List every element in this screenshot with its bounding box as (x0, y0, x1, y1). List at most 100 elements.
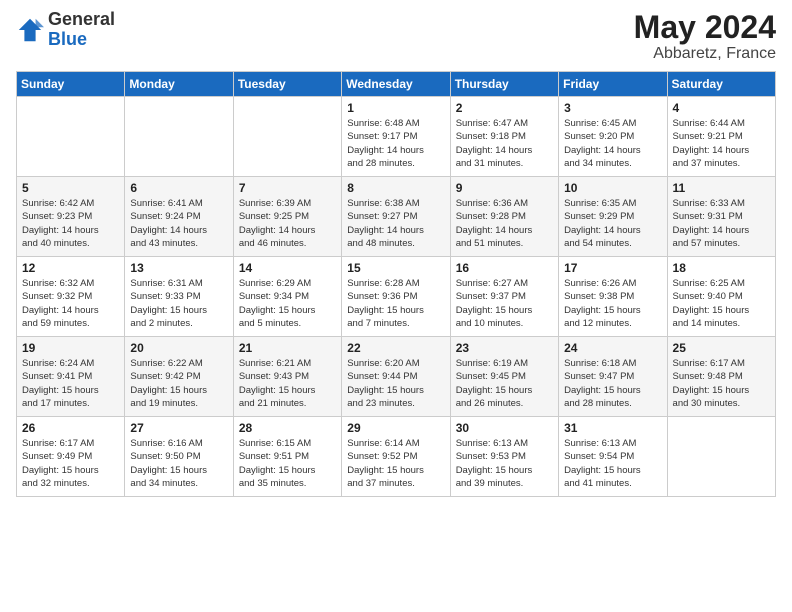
day-cell: 4 Sunrise: 6:44 AM Sunset: 9:21 PM Daylig… (667, 97, 775, 177)
day-number: 17 (564, 261, 661, 275)
day-cell: 26 Sunrise: 6:17 AM Sunset: 9:49 PM Dayli… (17, 417, 125, 497)
day-number: 29 (347, 421, 444, 435)
day-number: 10 (564, 181, 661, 195)
day-number: 22 (347, 341, 444, 355)
day-cell: 14 Sunrise: 6:29 AM Sunset: 9:34 PM Dayli… (233, 257, 341, 337)
day-number: 4 (673, 101, 770, 115)
day-info: Sunrise: 6:47 AM Sunset: 9:18 PM Dayligh… (456, 117, 553, 170)
day-info: Sunrise: 6:33 AM Sunset: 9:31 PM Dayligh… (673, 197, 770, 250)
day-info: Sunrise: 6:18 AM Sunset: 9:47 PM Dayligh… (564, 357, 661, 410)
day-number: 26 (22, 421, 119, 435)
day-info: Sunrise: 6:14 AM Sunset: 9:52 PM Dayligh… (347, 437, 444, 490)
day-cell: 3 Sunrise: 6:45 AM Sunset: 9:20 PM Daylig… (559, 97, 667, 177)
day-number: 31 (564, 421, 661, 435)
day-info: Sunrise: 6:31 AM Sunset: 9:33 PM Dayligh… (130, 277, 227, 330)
day-info: Sunrise: 6:24 AM Sunset: 9:41 PM Dayligh… (22, 357, 119, 410)
day-number: 2 (456, 101, 553, 115)
day-cell: 6 Sunrise: 6:41 AM Sunset: 9:24 PM Daylig… (125, 177, 233, 257)
week-row-4: 19Sunrise: 6:24 AM Sunset: 9:41 PM Dayli… (17, 337, 776, 417)
day-header-sunday: Sunday (17, 72, 125, 97)
day-number: 27 (130, 421, 227, 435)
day-number: 30 (456, 421, 553, 435)
header: General Blue May 2024 Abbaretz, France (16, 10, 776, 63)
day-cell: 10 Sunrise: 6:35 AM Sunset: 9:29 PM Dayli… (559, 177, 667, 257)
day-info: Sunrise: 6:26 AM Sunset: 9:38 PM Dayligh… (564, 277, 661, 330)
day-cell: 31 Sunrise: 6:13 AM Sunset: 9:54 PM Dayli… (559, 417, 667, 497)
day-info: Sunrise: 6:29 AM Sunset: 9:34 PM Dayligh… (239, 277, 336, 330)
day-cell: 22 Sunrise: 6:20 AM Sunset: 9:44 PM Dayli… (342, 337, 450, 417)
logo-icon (16, 16, 44, 44)
day-cell: 17 Sunrise: 6:26 AM Sunset: 9:38 PM Dayli… (559, 257, 667, 337)
day-cell (125, 97, 233, 177)
day-number: 23 (456, 341, 553, 355)
day-cell (17, 97, 125, 177)
day-cell: 21 Sunrise: 6:21 AM Sunset: 9:43 PM Dayli… (233, 337, 341, 417)
day-header-wednesday: Wednesday (342, 72, 450, 97)
day-info: Sunrise: 6:48 AM Sunset: 9:17 PM Dayligh… (347, 117, 444, 170)
day-header-tuesday: Tuesday (233, 72, 341, 97)
day-number: 7 (239, 181, 336, 195)
day-info: Sunrise: 6:27 AM Sunset: 9:37 PM Dayligh… (456, 277, 553, 330)
day-cell: 18Sunrise: 6:25 AM Sunset: 9:40 PM Dayli… (667, 257, 775, 337)
day-cell: 9 Sunrise: 6:36 AM Sunset: 9:28 PM Daylig… (450, 177, 558, 257)
day-info: Sunrise: 6:44 AM Sunset: 9:21 PM Dayligh… (673, 117, 770, 170)
day-number: 20 (130, 341, 227, 355)
day-info: Sunrise: 6:20 AM Sunset: 9:44 PM Dayligh… (347, 357, 444, 410)
day-number: 15 (347, 261, 444, 275)
logo-general-text: General (48, 9, 115, 29)
day-cell: 8Sunrise: 6:38 AM Sunset: 9:27 PM Daylig… (342, 177, 450, 257)
calendar-table: SundayMondayTuesdayWednesdayThursdayFrid… (16, 71, 776, 497)
day-number: 21 (239, 341, 336, 355)
day-cell: 16Sunrise: 6:27 AM Sunset: 9:37 PM Dayli… (450, 257, 558, 337)
week-row-3: 12Sunrise: 6:32 AM Sunset: 9:32 PM Dayli… (17, 257, 776, 337)
day-cell: 20 Sunrise: 6:22 AM Sunset: 9:42 PM Dayli… (125, 337, 233, 417)
day-info: Sunrise: 6:15 AM Sunset: 9:51 PM Dayligh… (239, 437, 336, 490)
day-cell: 24 Sunrise: 6:18 AM Sunset: 9:47 PM Dayli… (559, 337, 667, 417)
day-number: 1 (347, 101, 444, 115)
day-header-monday: Monday (125, 72, 233, 97)
day-cell: 12Sunrise: 6:32 AM Sunset: 9:32 PM Dayli… (17, 257, 125, 337)
day-header-friday: Friday (559, 72, 667, 97)
day-number: 9 (456, 181, 553, 195)
day-number: 3 (564, 101, 661, 115)
day-number: 12 (22, 261, 119, 275)
day-info: Sunrise: 6:17 AM Sunset: 9:49 PM Dayligh… (22, 437, 119, 490)
day-cell: 7 Sunrise: 6:39 AM Sunset: 9:25 PM Daylig… (233, 177, 341, 257)
day-number: 11 (673, 181, 770, 195)
day-cell: 15 Sunrise: 6:28 AM Sunset: 9:36 PM Dayli… (342, 257, 450, 337)
day-number: 13 (130, 261, 227, 275)
day-info: Sunrise: 6:45 AM Sunset: 9:20 PM Dayligh… (564, 117, 661, 170)
day-info: Sunrise: 6:38 AM Sunset: 9:27 PM Dayligh… (347, 197, 444, 250)
day-info: Sunrise: 6:36 AM Sunset: 9:28 PM Dayligh… (456, 197, 553, 250)
day-number: 14 (239, 261, 336, 275)
day-info: Sunrise: 6:19 AM Sunset: 9:45 PM Dayligh… (456, 357, 553, 410)
day-cell: 1 Sunrise: 6:48 AM Sunset: 9:17 PM Daylig… (342, 97, 450, 177)
day-info: Sunrise: 6:21 AM Sunset: 9:43 PM Dayligh… (239, 357, 336, 410)
day-cell: 11 Sunrise: 6:33 AM Sunset: 9:31 PM Dayli… (667, 177, 775, 257)
day-info: Sunrise: 6:16 AM Sunset: 9:50 PM Dayligh… (130, 437, 227, 490)
day-cell: 19Sunrise: 6:24 AM Sunset: 9:41 PM Dayli… (17, 337, 125, 417)
day-info: Sunrise: 6:28 AM Sunset: 9:36 PM Dayligh… (347, 277, 444, 330)
logo: General Blue (16, 10, 115, 50)
day-cell: 5Sunrise: 6:42 AM Sunset: 9:23 PM Daylig… (17, 177, 125, 257)
day-info: Sunrise: 6:35 AM Sunset: 9:29 PM Dayligh… (564, 197, 661, 250)
day-cell: 2 Sunrise: 6:47 AM Sunset: 9:18 PM Daylig… (450, 97, 558, 177)
day-info: Sunrise: 6:39 AM Sunset: 9:25 PM Dayligh… (239, 197, 336, 250)
day-number: 5 (22, 181, 119, 195)
day-header-saturday: Saturday (667, 72, 775, 97)
day-cell: 30Sunrise: 6:13 AM Sunset: 9:53 PM Dayli… (450, 417, 558, 497)
day-cell: 27 Sunrise: 6:16 AM Sunset: 9:50 PM Dayli… (125, 417, 233, 497)
week-row-1: 1 Sunrise: 6:48 AM Sunset: 9:17 PM Daylig… (17, 97, 776, 177)
day-cell: 28 Sunrise: 6:15 AM Sunset: 9:51 PM Dayli… (233, 417, 341, 497)
title-block: May 2024 Abbaretz, France (634, 10, 776, 63)
day-number: 28 (239, 421, 336, 435)
day-cell: 23 Sunrise: 6:19 AM Sunset: 9:45 PM Dayli… (450, 337, 558, 417)
week-row-2: 5Sunrise: 6:42 AM Sunset: 9:23 PM Daylig… (17, 177, 776, 257)
day-info: Sunrise: 6:13 AM Sunset: 9:54 PM Dayligh… (564, 437, 661, 490)
day-cell (233, 97, 341, 177)
day-number: 24 (564, 341, 661, 355)
calendar-title: May 2024 (634, 10, 776, 45)
day-info: Sunrise: 6:41 AM Sunset: 9:24 PM Dayligh… (130, 197, 227, 250)
day-info: Sunrise: 6:22 AM Sunset: 9:42 PM Dayligh… (130, 357, 227, 410)
day-number: 6 (130, 181, 227, 195)
